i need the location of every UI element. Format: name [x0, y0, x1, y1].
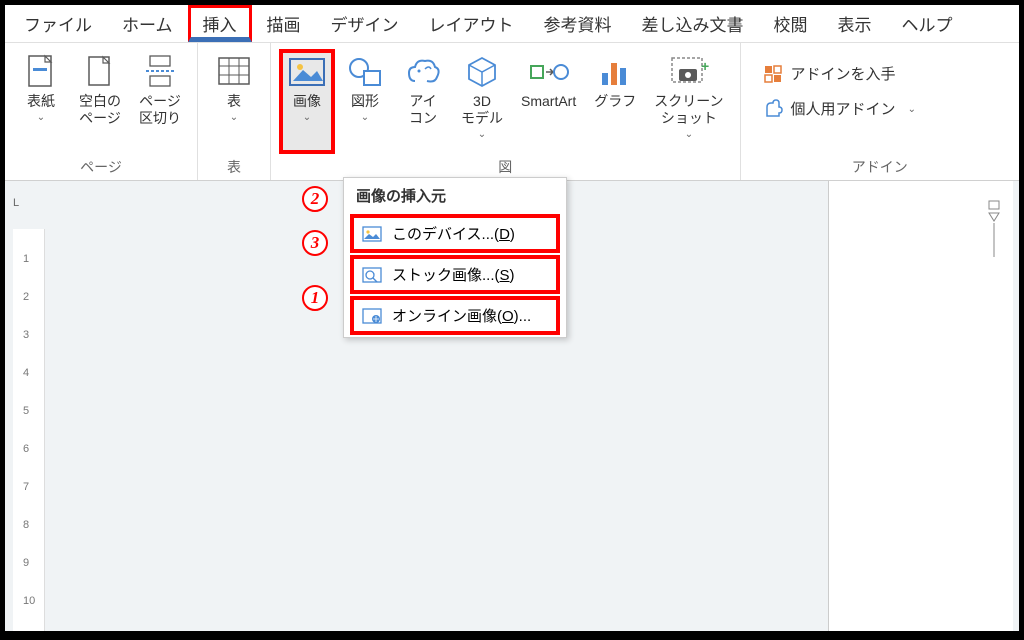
cover-page-label: 表紙: [27, 93, 55, 110]
page-break-icon: [140, 53, 180, 91]
chevron-down-icon: ⌄: [908, 104, 916, 115]
smartart-button[interactable]: SmartArt: [513, 49, 584, 154]
get-addins-label: アドインを入手: [791, 63, 896, 84]
table-button[interactable]: 表 ⌄: [206, 49, 262, 154]
menu-bar: ファイル ホーム 挿入 描画 デザイン レイアウト 参考資料 差し込み文書 校閲…: [5, 5, 1019, 43]
menu-layout[interactable]: レイアウト: [414, 5, 529, 42]
menu-design[interactable]: デザイン: [316, 5, 414, 42]
ribbon-group-table: 表 ⌄ 表: [198, 43, 271, 180]
chart-label: グラフ: [594, 93, 636, 110]
ribbon-group-label: 表: [227, 154, 241, 178]
menu-help[interactable]: ヘルプ: [887, 5, 968, 42]
ruler-tick: 8: [23, 519, 29, 531]
ruler-tick: 4: [23, 367, 29, 379]
ribbon: 表紙 ⌄ 空白の ページ ページ 区切り ページ: [5, 43, 1019, 181]
ruler-tick: 5: [23, 405, 29, 417]
dropdown-header: 画像の挿入元: [344, 178, 566, 212]
3d-model-button[interactable]: 3D モデル ⌄: [453, 49, 511, 154]
ruler-tick: 6: [23, 443, 29, 455]
chart-button[interactable]: グラフ: [586, 49, 644, 154]
chevron-down-icon: ⌄: [478, 129, 486, 140]
screenshot-icon: +: [669, 53, 709, 91]
menu-insert[interactable]: 挿入: [188, 5, 252, 42]
picture-icon: [287, 53, 327, 91]
ribbon-group-pages: 表紙 ⌄ 空白の ページ ページ 区切り ページ: [5, 43, 198, 180]
shapes-label: 図形: [351, 93, 379, 110]
cover-page-button[interactable]: 表紙 ⌄: [13, 49, 69, 154]
margin-marker-icon[interactable]: [985, 199, 1003, 264]
chevron-down-icon: ⌄: [37, 112, 45, 123]
insert-online-pictures[interactable]: オンライン画像(O)...: [350, 296, 560, 335]
ruler-corner: L: [13, 197, 19, 209]
smartart-icon: [529, 53, 569, 91]
picture-label: 画像: [293, 93, 321, 110]
menu-view[interactable]: 表示: [823, 5, 887, 42]
menu-home[interactable]: ホーム: [107, 5, 188, 42]
icons-label: アイ コン: [409, 93, 437, 127]
menu-review[interactable]: 校閲: [759, 5, 823, 42]
stock-picture-icon: [362, 266, 382, 284]
picture-button[interactable]: 画像 ⌄: [279, 49, 335, 154]
blank-page-label: 空白の ページ: [79, 93, 121, 127]
blank-page-button[interactable]: 空白の ページ: [71, 49, 129, 154]
chart-icon: [595, 53, 635, 91]
app-frame: ファイル ホーム 挿入 描画 デザイン レイアウト 参考資料 差し込み文書 校閲…: [4, 4, 1020, 632]
ruler-tick: 10: [23, 595, 35, 607]
ruler-tick: 9: [23, 557, 29, 569]
cube-icon: [462, 53, 502, 91]
insert-picture-dropdown: 画像の挿入元 このデバイス...(D) ストック画像...(S) オンライン画像…: [343, 177, 567, 338]
blank-page-icon: [80, 53, 120, 91]
table-icon: [214, 53, 254, 91]
menu-file[interactable]: ファイル: [9, 5, 107, 42]
cover-page-icon: [21, 53, 61, 91]
icons-button[interactable]: アイ コン: [395, 49, 451, 154]
ruler-tick: 7: [23, 481, 29, 493]
menu-draw[interactable]: 描画: [252, 5, 316, 42]
chevron-down-icon: ⌄: [361, 112, 369, 123]
insert-from-device[interactable]: このデバイス...(D): [350, 214, 560, 253]
chevron-down-icon: ⌄: [303, 112, 311, 123]
ribbon-group-label: アドイン: [852, 154, 908, 178]
dropdown-item-label: ストック画像...(S): [392, 264, 515, 285]
menu-mailmerge[interactable]: 差し込み文書: [627, 5, 759, 42]
document-page[interactable]: [828, 181, 1013, 631]
insert-stock-images[interactable]: ストック画像...(S): [350, 255, 560, 294]
screenshot-label: スクリーン ショット: [654, 93, 723, 127]
chevron-down-icon: ⌄: [230, 112, 238, 123]
get-addins-button[interactable]: アドインを入手: [763, 63, 997, 84]
ribbon-group-illustrations: 画像 ⌄ 図形 ⌄ アイ コン: [271, 43, 741, 180]
device-picture-icon: [362, 225, 382, 243]
annotation-circle: 3: [302, 230, 328, 256]
ribbon-group-addins: アドインを入手 個人用アドイン ⌄ アドイン: [741, 43, 1019, 180]
shapes-icon: [345, 53, 385, 91]
annotation-circle: 2: [302, 186, 328, 212]
online-picture-icon: [362, 307, 382, 325]
my-addins-label: 個人用アドイン: [791, 98, 896, 119]
ruler-tick: 1: [23, 253, 29, 265]
table-label: 表: [227, 93, 241, 110]
chevron-down-icon: ⌄: [685, 129, 693, 140]
shapes-button[interactable]: 図形 ⌄: [337, 49, 393, 154]
vertical-ruler[interactable]: 1 2 3 4 5 6 7 8 9 10: [13, 229, 45, 631]
screenshot-button[interactable]: + スクリーン ショット ⌄: [646, 49, 731, 154]
my-addins-button[interactable]: 個人用アドイン ⌄: [763, 98, 997, 119]
ribbon-group-label: ページ: [80, 154, 122, 178]
smartart-label: SmartArt: [521, 93, 576, 110]
page-break-button[interactable]: ページ 区切り: [131, 49, 189, 154]
menu-references[interactable]: 参考資料: [529, 5, 627, 42]
svg-text:+: +: [701, 58, 709, 74]
3d-label: 3D モデル: [461, 93, 503, 127]
icons-icon: [403, 53, 443, 91]
ruler-tick: 3: [23, 329, 29, 341]
dropdown-item-label: オンライン画像(O)...: [392, 305, 531, 326]
dropdown-item-label: このデバイス...(D): [392, 223, 515, 244]
ruler-tick: 2: [23, 291, 29, 303]
page-break-label: ページ 区切り: [139, 93, 181, 127]
addin-icon: [763, 99, 783, 119]
ribbon-group-label: 図: [498, 154, 512, 178]
store-icon: [763, 64, 783, 84]
annotation-circle: 1: [302, 285, 328, 311]
